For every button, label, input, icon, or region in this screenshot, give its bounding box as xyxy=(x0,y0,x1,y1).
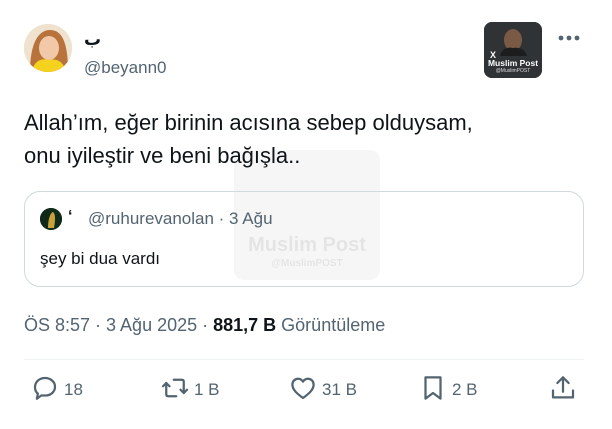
share-button[interactable] xyxy=(548,375,578,405)
quoted-author-meta: @ruhurevanolan · 3 Ağu xyxy=(88,209,273,228)
badge-subtitle: @MuslimPOST xyxy=(495,68,531,74)
view-count: 881,7 B xyxy=(213,315,277,335)
reply-icon xyxy=(30,373,60,408)
like-count: 31 B xyxy=(322,380,357,399)
repost-count: 1 B xyxy=(194,380,220,399)
repost-icon xyxy=(160,373,190,408)
badge-title: Muslim Post xyxy=(487,58,539,68)
share-icon xyxy=(548,373,578,408)
reply-count: 18 xyxy=(64,380,83,399)
bookmark-icon xyxy=(418,373,448,408)
divider xyxy=(24,359,584,360)
bookmark-count: 2 B xyxy=(452,380,478,399)
tweet-meta: ÖS 8:57 · 3 Ağu 2025 · 881,7 B Görüntüle… xyxy=(24,314,385,336)
quoted-author-name: ‘ xyxy=(68,208,73,225)
bookmark-button[interactable]: 2 B xyxy=(418,375,478,405)
reply-button[interactable]: 18 xyxy=(30,375,83,405)
like-icon xyxy=(288,373,318,408)
quoted-author-avatar xyxy=(40,208,62,230)
tweet-timestamp[interactable]: ÖS 8:57 · 3 Ağu 2025 · xyxy=(24,315,213,335)
tweet-card: ب @beyann0 X Muslim Post @MuslimPOST All… xyxy=(0,0,612,429)
repost-button[interactable]: 1 B xyxy=(160,375,220,405)
author-display-name[interactable]: ب xyxy=(84,30,101,50)
quoted-tweet[interactable]: ‘ @ruhurevanolan · 3 Ağu şey bi dua vard… xyxy=(24,191,584,287)
tweet-text-line: Allah’ım, eğer birinin acısına sebep old… xyxy=(24,110,473,135)
more-icon[interactable] xyxy=(556,30,582,46)
view-label: Görüntüleme xyxy=(276,315,386,335)
like-button[interactable]: 31 B xyxy=(288,375,357,405)
quoted-tweet-text: şey bi dua vardı xyxy=(40,249,161,268)
author-handle[interactable]: @beyann0 xyxy=(84,58,167,78)
muslim-post-badge: X Muslim Post @MuslimPOST xyxy=(484,22,542,78)
author-avatar[interactable] xyxy=(24,24,72,72)
